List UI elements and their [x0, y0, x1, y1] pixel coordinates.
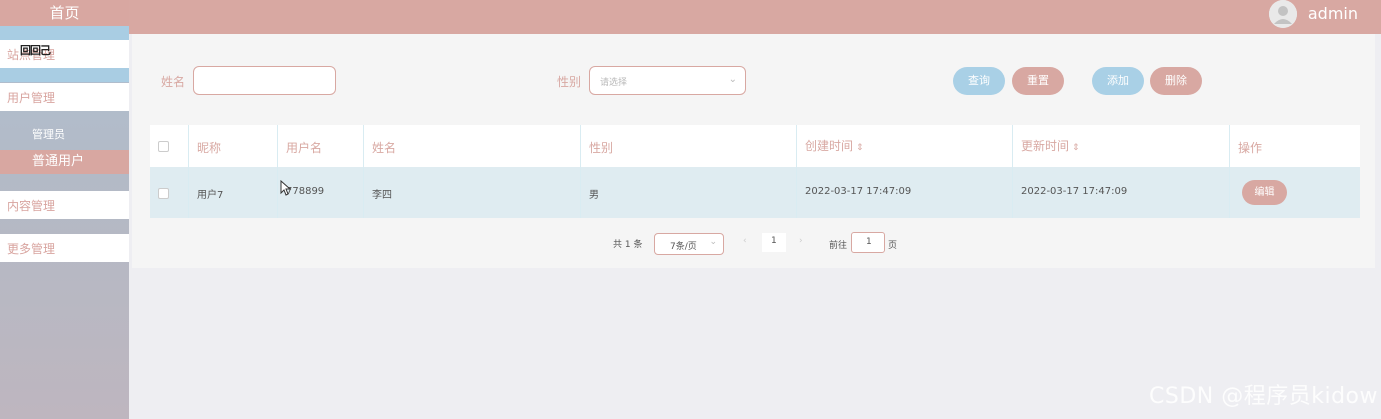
overlay-glitch-text: 回回己 — [20, 44, 51, 57]
goto-label: 前往 — [829, 241, 848, 251]
row-cell: 男 — [581, 167, 797, 218]
cell-gender: 男 — [589, 190, 599, 201]
row-cell: 2022-03-17 17:47:09 — [797, 167, 1013, 218]
row-checkbox[interactable] — [158, 188, 169, 199]
cell-created: 2022-03-17 17:47:09 — [805, 186, 912, 197]
header-cell: 姓名 — [364, 125, 581, 167]
next-page-icon[interactable]: › — [799, 236, 803, 246]
page-number[interactable]: 1 — [762, 233, 786, 252]
top-header: admin — [129, 0, 1381, 34]
name-input[interactable] — [193, 66, 336, 95]
header-cell: 昵称 — [189, 125, 278, 167]
header-created-label: 创建时间 — [805, 139, 854, 153]
content-card: 姓名 性别 请选择 ⌄ 查询 重置 添加 删除 昵称 用户名 姓名 性别 创建时… — [132, 34, 1375, 268]
page-size-select[interactable]: 7条/页 ⌄ — [654, 233, 724, 255]
header-actions: 操作 — [1238, 141, 1263, 155]
header-cell: 用户名 — [278, 125, 364, 167]
page-size-value: 7条/页 — [670, 242, 697, 252]
name-label: 姓名 — [161, 75, 186, 89]
select-all-checkbox[interactable] — [158, 141, 169, 152]
header-cell: 更新时间 ⇕ — [1013, 125, 1230, 167]
sidebar-divider — [0, 26, 129, 40]
row-cell: 用户7 — [189, 167, 278, 218]
cell-updated: 2022-03-17 17:47:09 — [1021, 186, 1128, 197]
delete-button[interactable]: 删除 — [1150, 67, 1202, 95]
gender-select[interactable]: 请选择 ⌄ — [589, 66, 746, 95]
table-row[interactable]: 用户7 778899 李四 男 2022-03-17 17:47:09 2022… — [150, 167, 1360, 218]
mouse-cursor-icon — [280, 180, 292, 196]
username-label[interactable]: admin — [1308, 4, 1358, 23]
watermark: CSDN @程序员kidow — [1149, 384, 1378, 409]
page-unit-label: 页 — [888, 241, 898, 251]
row-cell: 编辑 — [1230, 167, 1360, 218]
sidebar-item-more[interactable]: 更多管理 — [0, 234, 129, 262]
header-updated[interactable]: 更新时间 ⇕ — [1021, 137, 1080, 154]
sidebar-home[interactable]: 首页 — [0, 0, 129, 26]
header-nickname[interactable]: 昵称 — [197, 139, 221, 156]
header-cell-select — [150, 125, 189, 167]
chevron-down-icon: ⌄ — [728, 74, 737, 85]
header-cell: 操作 — [1230, 125, 1360, 167]
sidebar-item-content[interactable]: 内容管理 — [0, 191, 129, 219]
header-created[interactable]: 创建时间 ⇕ — [805, 137, 864, 154]
prev-page-icon[interactable]: ‹ — [743, 236, 747, 246]
header-username[interactable]: 用户名 — [286, 139, 322, 156]
cell-nickname: 用户7 — [197, 190, 224, 201]
row-cell: 2022-03-17 17:47:09 — [1013, 167, 1230, 218]
query-button[interactable]: 查询 — [953, 67, 1005, 95]
header-gender[interactable]: 性别 — [589, 139, 613, 156]
goto-page-value: 1 — [866, 237, 872, 247]
sidebar-divider — [0, 68, 129, 82]
add-button[interactable]: 添加 — [1092, 67, 1144, 95]
sidebar-subitem-normal-user[interactable]: 普通用户 — [0, 150, 129, 174]
sidebar-item-users[interactable]: 用户管理 — [0, 83, 129, 111]
row-cell: 李四 — [364, 167, 581, 218]
gender-label: 性别 — [557, 75, 582, 89]
sort-icon[interactable]: ⇕ — [1072, 143, 1080, 153]
sidebar-subitem-admin[interactable]: 管理员 — [0, 123, 129, 147]
table-header: 昵称 用户名 姓名 性别 创建时间 ⇕ 更新时间 ⇕ 操作 — [150, 125, 1360, 167]
header-cell: 性别 — [581, 125, 797, 167]
header-name[interactable]: 姓名 — [372, 139, 396, 156]
pagination-total: 共 1 条 — [613, 240, 643, 250]
header-updated-label: 更新时间 — [1021, 139, 1070, 153]
header-cell: 创建时间 ⇕ — [797, 125, 1013, 167]
gender-placeholder: 请选择 — [600, 78, 628, 88]
row-cell-select — [150, 167, 189, 218]
chevron-down-icon: ⌄ — [709, 237, 717, 247]
current-page-label: 1 — [771, 236, 777, 246]
reset-button[interactable]: 重置 — [1012, 67, 1064, 95]
cell-name: 李四 — [372, 190, 392, 201]
sidebar: 首页 站点管理 回回己 用户管理 管理员 普通用户 内容管理 更多管理 — [0, 0, 129, 419]
edit-button[interactable]: 编辑 — [1242, 180, 1287, 205]
avatar-icon[interactable] — [1269, 0, 1297, 28]
goto-page-input[interactable]: 1 — [851, 232, 885, 253]
sort-icon[interactable]: ⇕ — [856, 143, 864, 153]
